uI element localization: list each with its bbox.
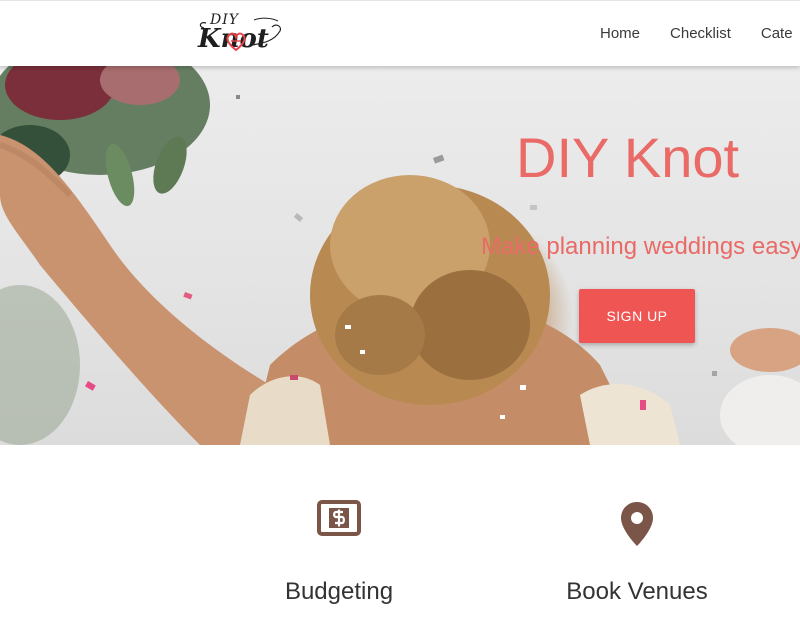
nav-link-checklist[interactable]: Checklist bbox=[670, 25, 731, 42]
site-logo[interactable]: DIY Knot bbox=[188, 11, 284, 55]
hero-title: DIY Knot bbox=[516, 126, 740, 189]
hero-section: DIY Knot Make planning weddings easy. SI… bbox=[0, 65, 800, 445]
features-section: Budgeting Book Venues bbox=[0, 445, 800, 625]
nav-link-categories[interactable]: Cate bbox=[761, 25, 793, 42]
feature-budgeting-label: Budgeting bbox=[284, 578, 394, 605]
top-navbar: DIY Knot Home Checklist Cate bbox=[0, 0, 800, 66]
sign-up-button[interactable]: SIGN UP bbox=[579, 289, 695, 343]
feature-book-venues-label: Book Venues bbox=[566, 578, 708, 605]
heart-icon bbox=[226, 32, 246, 52]
dollar-bill-icon bbox=[317, 500, 361, 536]
map-pin-icon bbox=[621, 502, 653, 546]
hero-tagline: Make planning weddings easy. bbox=[481, 233, 800, 260]
nav-link-home[interactable]: Home bbox=[600, 25, 640, 42]
main-nav: Home Checklist Cate bbox=[600, 1, 800, 66]
